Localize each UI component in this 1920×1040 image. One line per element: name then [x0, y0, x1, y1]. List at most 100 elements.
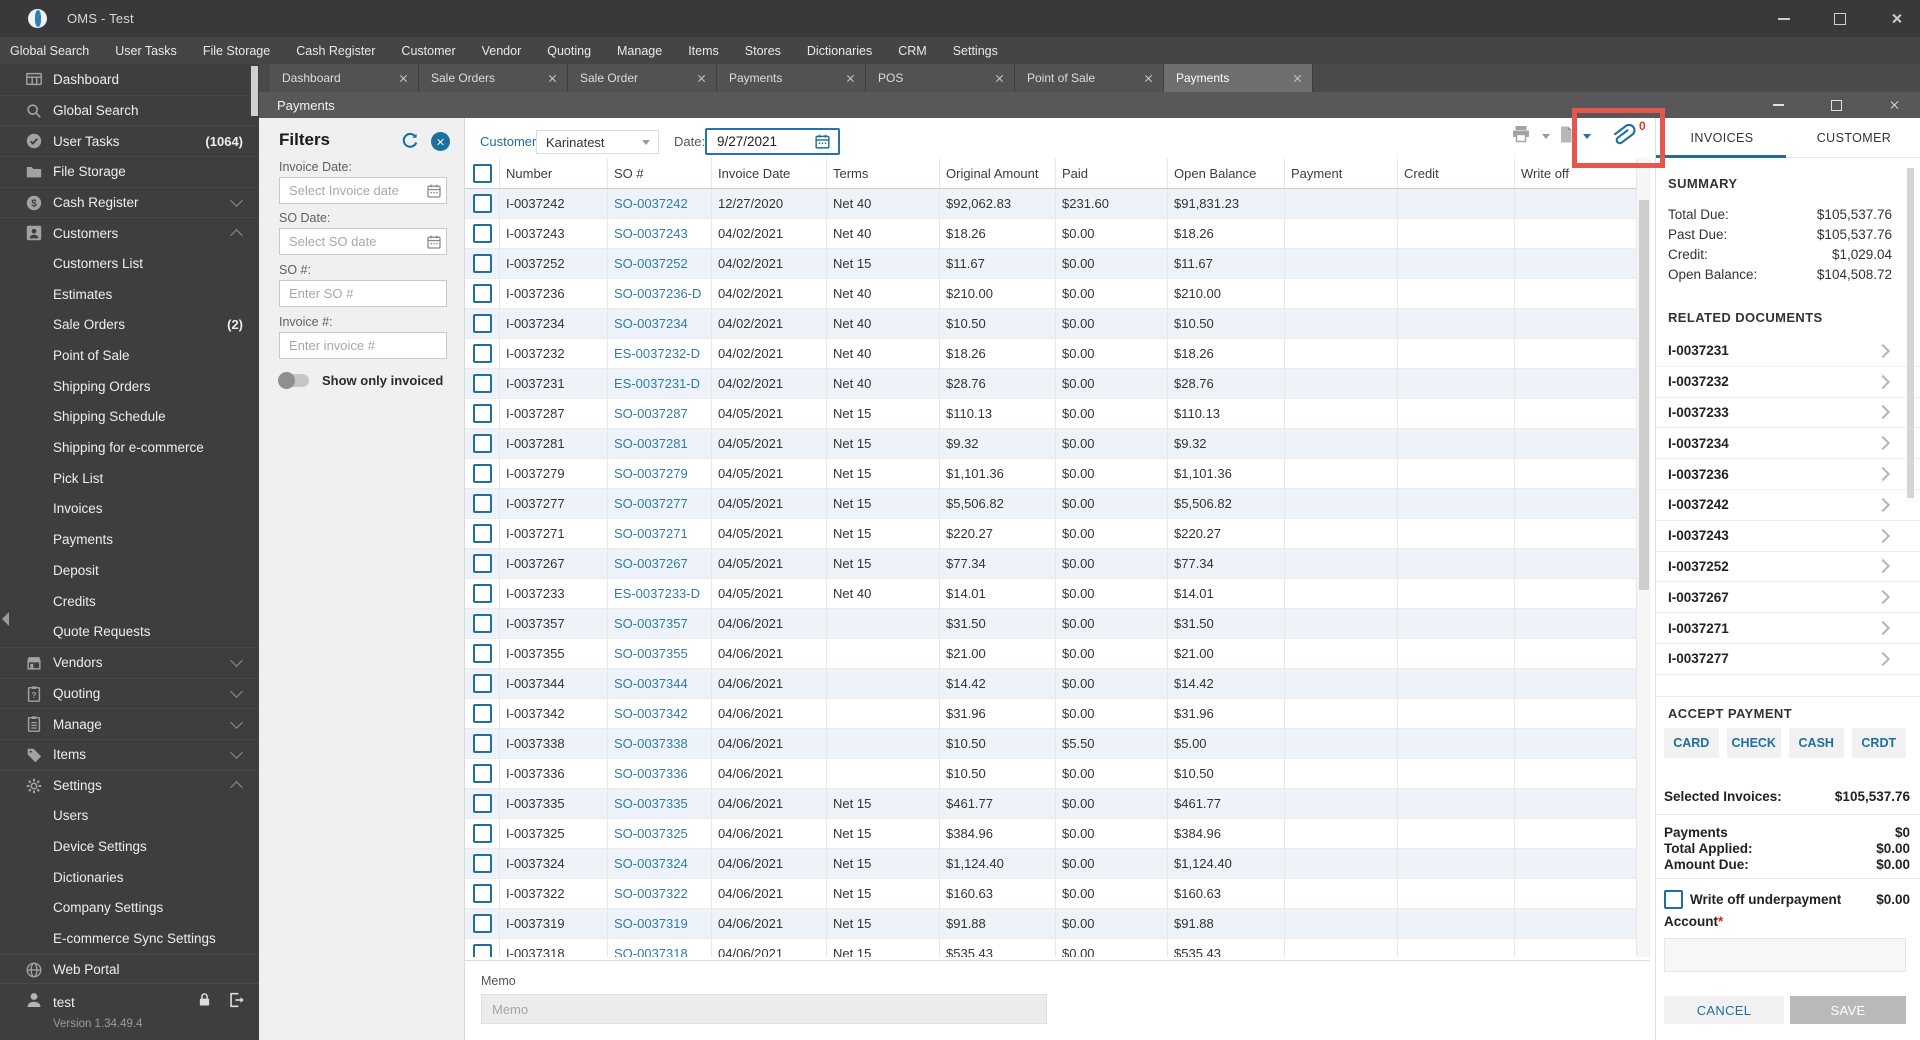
cell-write-off[interactable] [1515, 579, 1636, 608]
cell-write-off[interactable] [1515, 219, 1636, 248]
cell-so-link[interactable]: SO-0037234 [608, 309, 712, 338]
cell-so-link[interactable]: SO-0037252 [608, 249, 712, 278]
related-document-i-0037243[interactable]: I-0037243 [1656, 521, 1920, 552]
menu-item-items[interactable]: Items [688, 44, 719, 58]
lock-icon[interactable] [196, 991, 213, 1013]
cell-payment[interactable] [1285, 939, 1398, 957]
cell-write-off[interactable] [1515, 549, 1636, 578]
cell-payment[interactable] [1285, 429, 1398, 458]
cell-write-off[interactable] [1515, 609, 1636, 638]
close-tab-icon[interactable] [1293, 74, 1302, 83]
cell-payment[interactable] [1285, 519, 1398, 548]
row-checkbox[interactable] [473, 704, 492, 723]
sidebar-item-shipping-for-e-commerce[interactable]: Shipping for e-commerce [0, 432, 259, 463]
sidebar-item-sale-orders[interactable]: Sale Orders (2) [0, 310, 259, 341]
column-header-credit[interactable]: Credit [1398, 158, 1515, 188]
row-checkbox[interactable] [473, 614, 492, 633]
sidebar-item-invoices[interactable]: Invoices [0, 494, 259, 525]
cell-credit[interactable] [1398, 699, 1515, 728]
close-tab-icon[interactable] [697, 74, 706, 83]
sidebar-item-customers-list[interactable]: Customers List [0, 248, 259, 279]
cell-write-off[interactable] [1515, 639, 1636, 668]
cancel-button[interactable]: CANCEL [1664, 996, 1784, 1024]
related-document-i-0037242[interactable]: I-0037242 [1656, 490, 1920, 521]
cell-credit[interactable] [1398, 309, 1515, 338]
row-checkbox[interactable] [473, 494, 492, 513]
cell-write-off[interactable] [1515, 489, 1636, 518]
cell-so-link[interactable]: SO-0037242 [608, 189, 712, 218]
cell-payment[interactable] [1285, 789, 1398, 818]
related-document-i-0037271[interactable]: I-0037271 [1656, 613, 1920, 644]
close-tab-icon[interactable] [1144, 74, 1153, 83]
menu-item-settings[interactable]: Settings [953, 44, 998, 58]
cell-so-link[interactable]: SO-0037357 [608, 609, 712, 638]
menu-item-dictionaries[interactable]: Dictionaries [807, 44, 872, 58]
row-checkbox[interactable] [473, 764, 492, 783]
invoice-number-input[interactable] [279, 332, 447, 359]
cell-credit[interactable] [1398, 399, 1515, 428]
cell-credit[interactable] [1398, 579, 1515, 608]
cell-write-off[interactable] [1515, 189, 1636, 218]
menu-item-crm[interactable]: CRM [898, 44, 926, 58]
sidebar-item-quoting[interactable]: ? Quoting [0, 677, 259, 709]
cell-credit[interactable] [1398, 459, 1515, 488]
cell-payment[interactable] [1285, 339, 1398, 368]
row-checkbox[interactable] [473, 524, 492, 543]
sidebar-item-company-settings[interactable]: Company Settings [0, 893, 259, 924]
row-checkbox[interactable] [473, 854, 492, 873]
row-checkbox[interactable] [473, 194, 492, 213]
cell-credit[interactable] [1398, 489, 1515, 518]
attachment-icon[interactable] [1604, 119, 1638, 156]
calendar-icon[interactable] [426, 234, 442, 250]
related-document-i-0037231[interactable]: I-0037231 [1656, 336, 1920, 367]
cell-credit[interactable] [1398, 369, 1515, 398]
cell-write-off[interactable] [1515, 369, 1636, 398]
row-checkbox[interactable] [473, 644, 492, 663]
sidebar-item-e-commerce-sync-settings[interactable]: E-commerce Sync Settings [0, 923, 259, 954]
cell-payment[interactable] [1285, 609, 1398, 638]
sidebar-item-point-of-sale[interactable]: Point of Sale [0, 340, 259, 371]
column-header-payment[interactable]: Payment [1285, 158, 1398, 188]
row-checkbox[interactable] [473, 584, 492, 603]
inner-minimize-icon[interactable] [1768, 95, 1788, 115]
tab-customer[interactable]: CUSTOMER [1788, 118, 1920, 157]
cell-so-link[interactable]: SO-0037319 [608, 909, 712, 938]
cell-credit[interactable] [1398, 189, 1515, 218]
sidebar-scrollbar-thumb[interactable] [251, 66, 258, 116]
cell-write-off[interactable] [1515, 519, 1636, 548]
close-icon[interactable] [1886, 9, 1906, 29]
cell-credit[interactable] [1398, 729, 1515, 758]
cell-so-link[interactable]: SO-0037324 [608, 849, 712, 878]
cell-so-link[interactable]: SO-0037355 [608, 639, 712, 668]
sidebar-item-estimates[interactable]: Estimates [0, 279, 259, 310]
sidebar-item-vendors[interactable]: Vendors [0, 647, 259, 678]
tab-payments[interactable]: Payments [1164, 64, 1313, 92]
maximize-icon[interactable] [1830, 9, 1850, 29]
column-header-so-[interactable]: SO # [608, 158, 712, 188]
cell-so-link[interactable]: ES-0037232-D [608, 339, 712, 368]
sidebar-item-payments[interactable]: Payments [0, 524, 259, 555]
cell-so-link[interactable]: SO-0037335 [608, 789, 712, 818]
right-panel-scrollbar[interactable] [1907, 168, 1914, 498]
sidebar-scrollbar[interactable] [251, 64, 258, 984]
sidebar-item-user-tasks[interactable]: User Tasks (1064) [0, 125, 259, 156]
cell-credit[interactable] [1398, 519, 1515, 548]
filters-close-icon[interactable] [431, 132, 450, 151]
related-document-i-0037234[interactable]: I-0037234 [1656, 428, 1920, 460]
sidebar-item-web-portal[interactable]: Web Portal [0, 953, 259, 985]
cell-write-off[interactable] [1515, 669, 1636, 698]
cell-credit[interactable] [1398, 909, 1515, 938]
close-tab-icon[interactable] [995, 74, 1004, 83]
table-scrollbar[interactable] [1636, 158, 1651, 957]
card-button[interactable]: CARD [1664, 728, 1719, 758]
menu-item-vendor[interactable]: Vendor [482, 44, 522, 58]
cell-payment[interactable] [1285, 879, 1398, 908]
tab-sale-order[interactable]: Sale Order [568, 64, 717, 92]
sidebar-item-items[interactable]: Items [0, 739, 259, 770]
cell-so-link[interactable]: SO-0037279 [608, 459, 712, 488]
cell-credit[interactable] [1398, 789, 1515, 818]
cell-payment[interactable] [1285, 369, 1398, 398]
sidebar-item-quote-requests[interactable]: Quote Requests [0, 616, 259, 647]
check-button[interactable]: CHECK [1726, 728, 1781, 758]
so-date-input[interactable] [279, 228, 447, 255]
